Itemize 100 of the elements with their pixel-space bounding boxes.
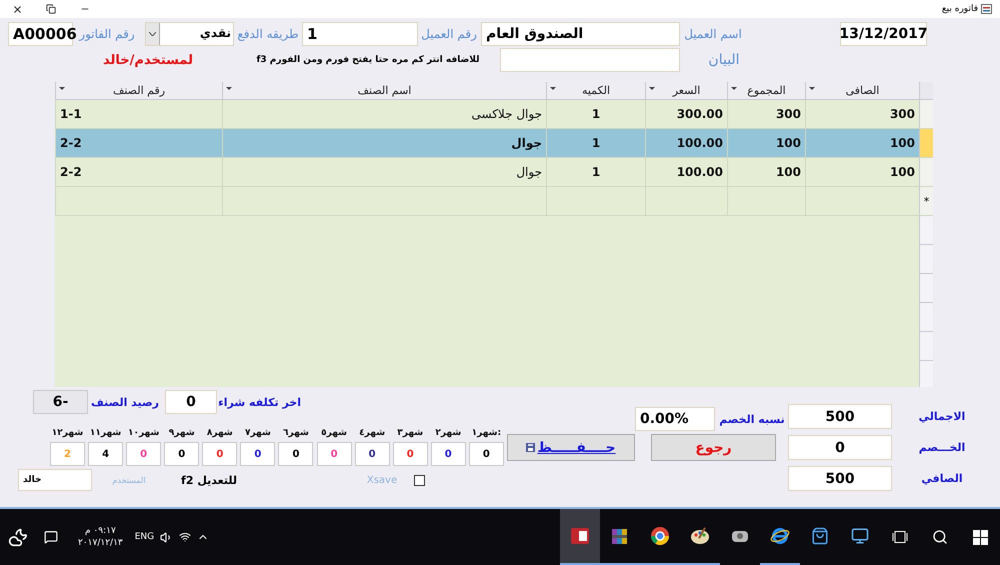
month-field[interactable]: 0 <box>240 442 276 466</box>
customer-number-field[interactable]: 1 <box>302 22 418 46</box>
last-cost-field[interactable]: 0 <box>165 390 217 414</box>
item-balance-field: -6 <box>33 390 88 414</box>
discount-field[interactable]: 0 <box>788 435 892 460</box>
palette-icon <box>690 526 710 546</box>
save-button[interactable]: حــــفـــــظ <box>507 434 635 461</box>
table-cell: 300 <box>805 100 919 129</box>
language-indicator[interactable]: ENG <box>134 532 154 542</box>
user-label: المستخدم <box>111 476 147 484</box>
month-field[interactable]: 0 <box>354 442 390 466</box>
invoice-number-label: رقم الفاتور <box>78 27 136 41</box>
customer-name-field[interactable]: الصندوق العام <box>481 22 680 46</box>
table-cell: 100.00 <box>645 158 727 187</box>
notification-icon[interactable] <box>44 530 58 544</box>
month-label: شهر٥ <box>321 428 347 438</box>
customer-name-label: اسم العميل <box>683 27 743 41</box>
table-cell: 100 <box>805 129 919 158</box>
add-hint: للاضافه انتر كم مره حتا يفتح فورم ومن الفورم f3 <box>255 55 481 65</box>
document-icon <box>570 526 590 546</box>
books-icon <box>610 526 630 546</box>
floppy-icon <box>526 443 536 452</box>
payment-method-dropdown[interactable]: نقدي <box>145 22 234 46</box>
month-label: شهر٦ <box>283 428 309 438</box>
orbit-icon <box>770 526 790 546</box>
table-cell: جوال جلاكسى <box>222 100 546 129</box>
total-field[interactable]: 500 <box>788 404 892 429</box>
month-field[interactable]: 0 <box>278 442 314 466</box>
user-note: لمستخدم/خالد <box>102 52 194 68</box>
month-label: شهر١: <box>472 428 502 438</box>
column-header[interactable]: الكميه <box>546 82 645 100</box>
clock-date[interactable]: ٢٠١٧/١٢/١٣ <box>78 538 123 548</box>
statement-label: البيان <box>707 52 741 68</box>
statement-field[interactable] <box>500 48 680 72</box>
column-header[interactable]: الصافى <box>805 82 919 100</box>
month-label: شهر٣ <box>397 428 424 438</box>
month-label: شهر١٠ <box>128 428 160 438</box>
table-cell: 1 <box>546 129 645 158</box>
restore-icon[interactable] <box>46 4 56 14</box>
close-icon[interactable] <box>12 4 22 14</box>
discount-rate-label: نسبه الخصم <box>719 412 785 426</box>
search-icon[interactable] <box>932 529 948 545</box>
task-view-icon[interactable] <box>892 531 908 543</box>
table-cell: 100 <box>805 158 919 187</box>
month-label: شهر٢ <box>435 428 462 438</box>
discount-label: الخـــصم <box>918 441 966 454</box>
column-header[interactable]: رقم الصنف <box>55 82 222 100</box>
month-label: شهر٨ <box>206 428 233 438</box>
table-cell: 100.00 <box>645 129 727 158</box>
caret-icon <box>149 32 156 36</box>
user-field[interactable]: خالد <box>18 469 92 491</box>
shopping-bag-icon <box>811 527 829 545</box>
table-cell: 1-1 <box>55 100 222 129</box>
column-header[interactable]: اسم الصنف <box>222 82 546 100</box>
month-field[interactable]: 0 <box>392 442 428 466</box>
payment-method-label: طريقه الدفع <box>236 27 300 41</box>
month-field[interactable]: 0 <box>202 442 238 466</box>
ring-logo-icon <box>650 526 670 546</box>
edit-hint: للتعديل f2 <box>180 474 238 486</box>
table-cell: 300.00 <box>645 100 727 129</box>
month-field[interactable]: 0 <box>164 442 200 466</box>
window-title: فاتوره بيع <box>942 4 978 14</box>
net-field[interactable]: 500 <box>788 466 892 491</box>
month-label: شهر٧ <box>244 428 271 438</box>
new-row-marker: * <box>919 187 933 216</box>
table-cell: 1 <box>546 100 645 129</box>
table-cell: 300 <box>727 100 805 129</box>
month-field[interactable]: 4 <box>88 442 124 466</box>
discount-rate-field[interactable]: 0.00% <box>635 407 715 431</box>
new-row-cell[interactable] <box>55 187 222 216</box>
month-field[interactable]: 0 <box>430 442 466 466</box>
table-cell: 2-2 <box>55 129 222 158</box>
form-icon <box>981 4 992 14</box>
item-balance-label: رصيد الصنف <box>90 396 160 408</box>
table-cell: جوال <box>222 129 546 158</box>
xsave-checkbox[interactable] <box>414 474 425 486</box>
net-label: الصافي <box>920 472 964 485</box>
month-label: شهر٩ <box>168 428 195 438</box>
customer-number-label: رقم العميل <box>420 27 478 41</box>
table-cell: جوال <box>222 158 546 187</box>
month-field[interactable]: 0 <box>468 442 504 466</box>
month-label: شهر١٢ <box>52 428 84 438</box>
table-cell: 2-2 <box>55 158 222 187</box>
table-cell: 1 <box>546 158 645 187</box>
month-label: شهر٤ <box>359 428 386 438</box>
xsave-label: Xsave <box>366 474 398 486</box>
new-row-cell[interactable] <box>805 187 919 216</box>
column-header[interactable]: السعر <box>645 82 727 100</box>
weather-icon[interactable] <box>8 527 28 547</box>
last-cost-label: اخر تكلفه شراء <box>219 396 301 408</box>
table-cell: 100 <box>727 129 805 158</box>
clock-time[interactable]: ٠٩:١٧ م <box>84 526 116 536</box>
total-label: الاجمالي <box>918 410 966 423</box>
date-field[interactable]: 13/12/2017 <box>840 22 927 46</box>
taskbar-app[interactable] <box>560 509 600 565</box>
start-icon[interactable] <box>972 530 988 544</box>
table-cell: 100 <box>727 158 805 187</box>
column-header[interactable]: المجموع <box>727 82 805 100</box>
monitor-icon <box>851 527 869 545</box>
month-label: شهر١١ <box>90 428 122 438</box>
